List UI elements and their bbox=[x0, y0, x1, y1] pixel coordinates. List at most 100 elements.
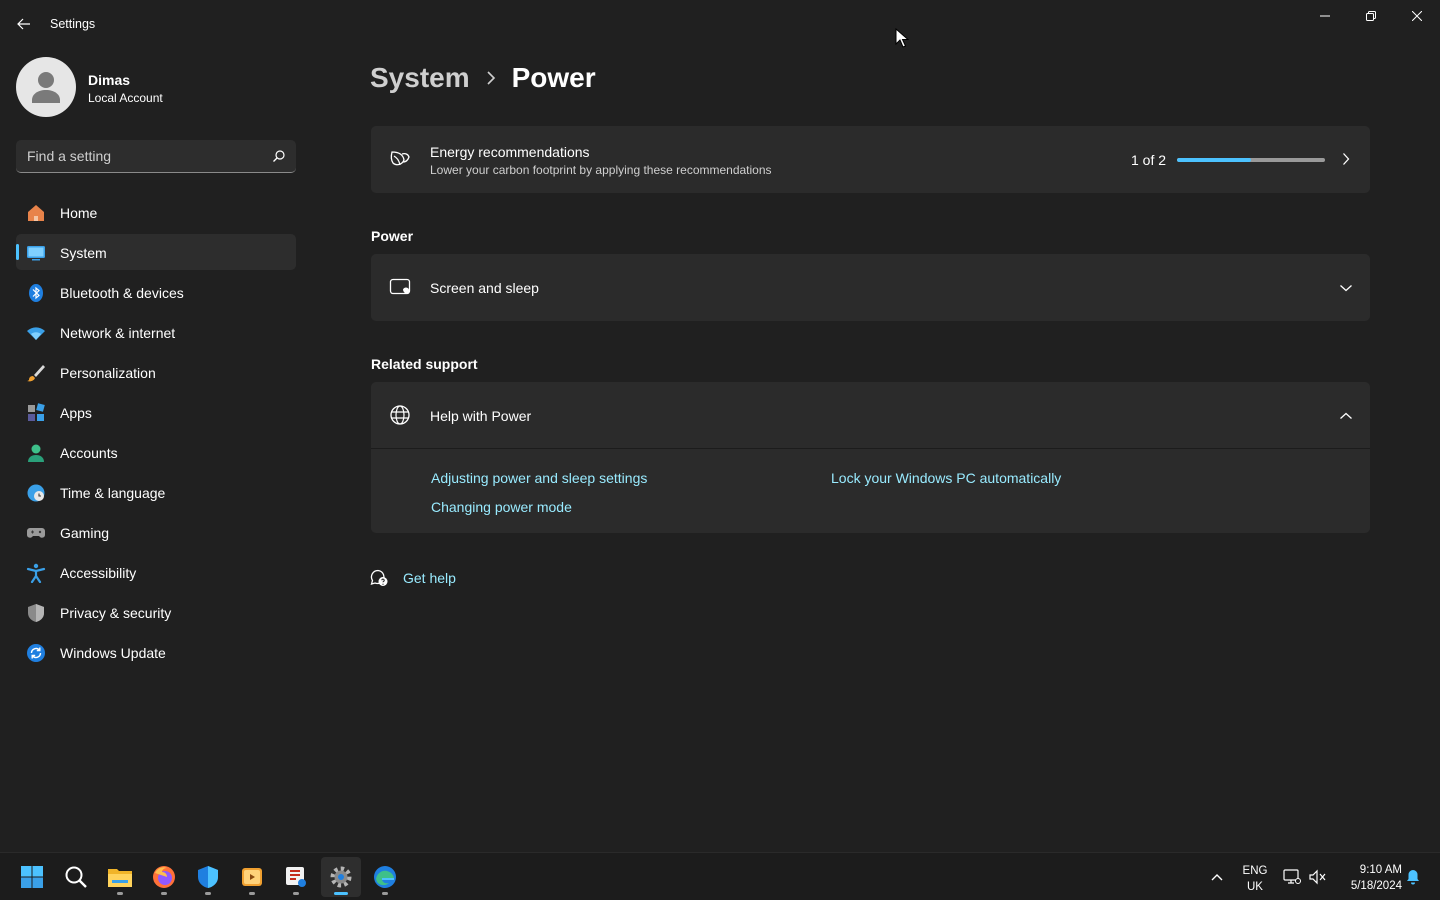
running-indicator bbox=[117, 892, 123, 895]
taskbar-snipping-tool[interactable] bbox=[276, 857, 316, 897]
taskbar-defender[interactable] bbox=[188, 857, 228, 897]
media-player-icon bbox=[242, 868, 262, 886]
sidebar-nav: Home System Bluetooth & devices Network … bbox=[16, 194, 296, 674]
chevron-right-icon[interactable] bbox=[1338, 151, 1354, 167]
sidebar-item-label: Gaming bbox=[60, 525, 110, 541]
sidebar-item-time-language[interactable]: Time & language bbox=[16, 474, 296, 510]
network-tray-icon[interactable] bbox=[1282, 867, 1302, 887]
energy-recommendations-card[interactable]: Energy recommendations Lower your carbon… bbox=[371, 126, 1370, 193]
user-name: Dimas bbox=[88, 72, 131, 88]
section-title-power: Power bbox=[371, 228, 414, 244]
gamepad-icon bbox=[26, 523, 46, 543]
taskbar-settings[interactable] bbox=[321, 857, 361, 897]
start-icon bbox=[21, 866, 43, 888]
input-language-indicator[interactable]: ENG UK bbox=[1238, 863, 1272, 895]
page-title: Power bbox=[511, 62, 596, 93]
sidebar-item-bluetooth[interactable]: Bluetooth & devices bbox=[16, 274, 296, 310]
search-icon[interactable] bbox=[272, 149, 286, 163]
shield-icon bbox=[26, 603, 46, 623]
wifi-icon bbox=[26, 323, 46, 343]
sidebar-item-personalization[interactable]: Personalization bbox=[16, 354, 296, 390]
progress-bar-fill bbox=[1177, 158, 1251, 162]
monitor-network-icon bbox=[1283, 869, 1301, 884]
progress-bar bbox=[1177, 158, 1325, 162]
taskbar-file-explorer[interactable] bbox=[100, 857, 140, 897]
taskbar-firefox[interactable] bbox=[144, 857, 184, 897]
apps-icon bbox=[26, 403, 46, 423]
file-explorer-icon bbox=[108, 869, 132, 887]
section-title-related-support: Related support bbox=[371, 356, 478, 372]
taskbar-media-player[interactable] bbox=[232, 857, 272, 897]
volume-muted-icon bbox=[1309, 869, 1326, 885]
clock-date: 5/18/2024 bbox=[1350, 880, 1402, 892]
search-input[interactable] bbox=[16, 140, 264, 172]
chevron-up-icon[interactable] bbox=[1338, 408, 1354, 424]
screen-and-sleep-card[interactable]: Screen and sleep bbox=[371, 254, 1370, 321]
language-region: UK bbox=[1247, 881, 1263, 893]
sidebar-item-gaming[interactable]: Gaming bbox=[16, 514, 296, 550]
sidebar-item-privacy[interactable]: Privacy & security bbox=[16, 594, 296, 630]
breadcrumb-parent[interactable]: System bbox=[370, 62, 470, 94]
sidebar-item-accessibility[interactable]: Accessibility bbox=[16, 554, 296, 590]
accounts-icon bbox=[26, 443, 46, 463]
sidebar-item-label: Privacy & security bbox=[60, 605, 172, 621]
start-button[interactable] bbox=[12, 857, 52, 897]
avatar bbox=[16, 57, 76, 117]
sidebar-item-label: Network & internet bbox=[60, 325, 176, 341]
accessibility-icon bbox=[26, 563, 46, 583]
snipping-tool-icon bbox=[286, 867, 306, 887]
clock-time: 9:10 AM bbox=[1359, 864, 1402, 876]
sidebar-item-label: Windows Update bbox=[60, 645, 166, 661]
get-help-link[interactable]: Get help bbox=[370, 566, 456, 590]
running-indicator bbox=[334, 892, 348, 895]
running-indicator bbox=[382, 892, 388, 895]
sidebar-item-label: Bluetooth & devices bbox=[60, 285, 184, 301]
sidebar-item-label: Time & language bbox=[60, 485, 166, 501]
account-type: Local Account bbox=[88, 91, 163, 105]
taskbar-search-button[interactable] bbox=[56, 857, 96, 897]
notifications-button[interactable] bbox=[1404, 867, 1422, 887]
help-link-lock-pc[interactable]: Lock your Windows PC automatically bbox=[831, 470, 1061, 486]
sidebar-item-apps[interactable]: Apps bbox=[16, 394, 296, 430]
energy-description: Lower your carbon footprint by applying … bbox=[430, 163, 772, 177]
volume-tray-icon[interactable] bbox=[1308, 867, 1328, 887]
restore-button[interactable] bbox=[1348, 0, 1394, 32]
sidebar-item-system[interactable]: System bbox=[16, 234, 296, 270]
sidebar-item-accounts[interactable]: Accounts bbox=[16, 434, 296, 470]
settings-icon bbox=[330, 866, 352, 888]
minimize-button[interactable] bbox=[1302, 0, 1348, 32]
running-indicator bbox=[249, 892, 255, 895]
app-title: Settings bbox=[50, 17, 96, 31]
sidebar-item-network[interactable]: Network & internet bbox=[16, 314, 296, 350]
minimize-icon bbox=[1320, 15, 1330, 17]
language-code: ENG bbox=[1242, 865, 1268, 877]
help-link-power-mode[interactable]: Changing power mode bbox=[431, 499, 572, 515]
back-button[interactable] bbox=[10, 12, 38, 36]
taskbar-edge[interactable] bbox=[365, 857, 405, 897]
get-help-icon bbox=[370, 569, 388, 586]
chevron-up-icon bbox=[1211, 874, 1223, 881]
running-indicator bbox=[205, 892, 211, 895]
chevron-down-icon[interactable] bbox=[1338, 280, 1354, 296]
sidebar-item-label: Accessibility bbox=[60, 565, 137, 581]
user-profile[interactable]: Dimas Local Account bbox=[16, 57, 306, 117]
sidebar-item-label: Personalization bbox=[60, 365, 156, 381]
home-icon bbox=[26, 203, 46, 223]
close-button[interactable] bbox=[1394, 0, 1440, 32]
help-link-power-sleep-settings[interactable]: Adjusting power and sleep settings bbox=[431, 470, 647, 486]
restore-icon bbox=[1366, 11, 1376, 21]
help-with-power-header[interactable]: Help with Power bbox=[371, 382, 1370, 449]
update-icon bbox=[26, 643, 46, 663]
system-clock[interactable]: 9:10 AM 5/18/2024 bbox=[1336, 862, 1402, 894]
edge-icon bbox=[374, 866, 396, 888]
breadcrumb: System Power bbox=[370, 58, 596, 98]
help-with-power-card: Help with Power Adjusting power and slee… bbox=[371, 382, 1370, 533]
help-with-power-label: Help with Power bbox=[430, 408, 532, 424]
sidebar-item-windows-update[interactable]: Windows Update bbox=[16, 634, 296, 670]
show-hidden-icons-button[interactable] bbox=[1207, 867, 1227, 887]
person-icon bbox=[32, 72, 60, 103]
system-icon bbox=[26, 243, 46, 263]
sidebar-item-label: Accounts bbox=[60, 445, 118, 461]
leaf-icon bbox=[389, 148, 411, 170]
sidebar-item-home[interactable]: Home bbox=[16, 194, 296, 230]
